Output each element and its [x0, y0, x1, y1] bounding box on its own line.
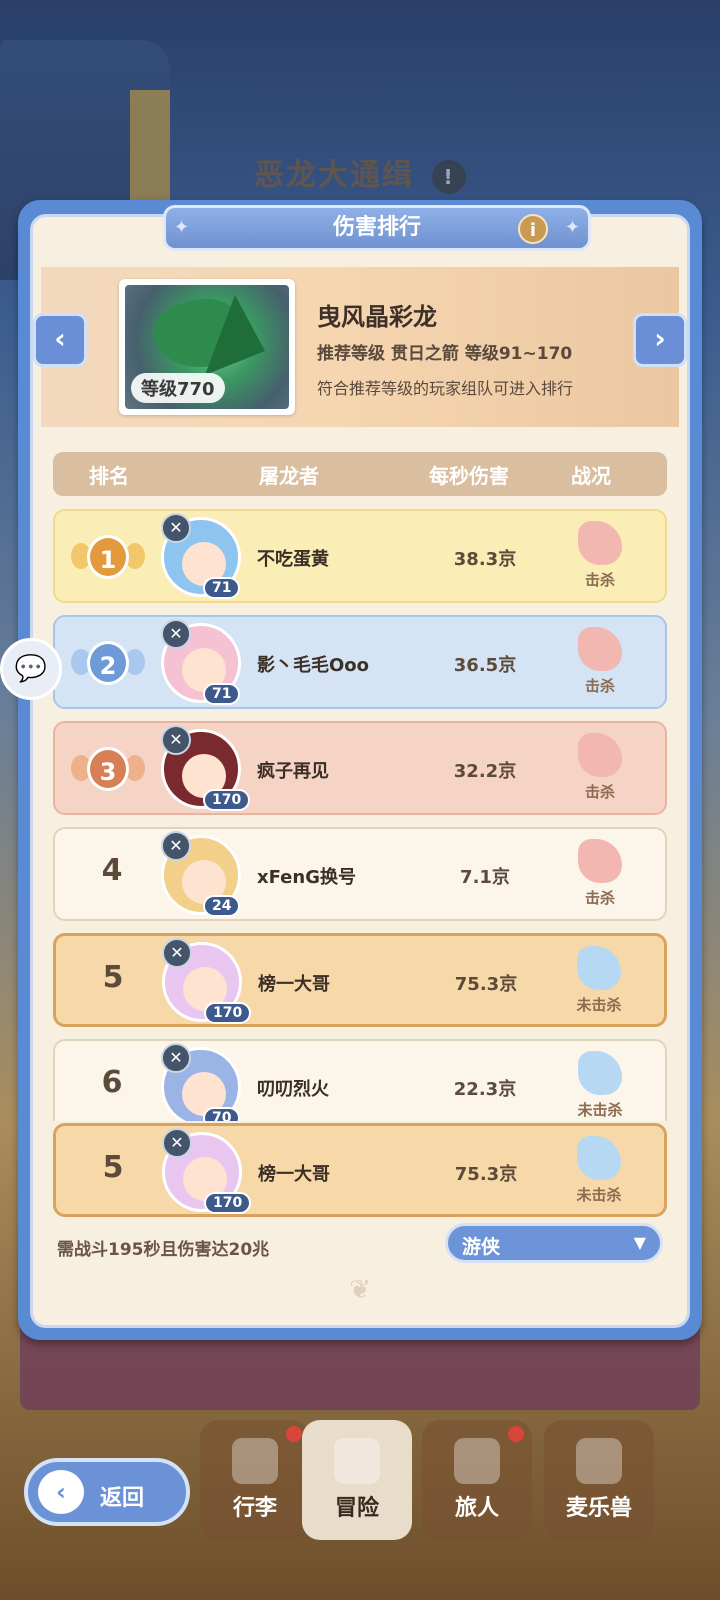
table-header: 排名 屠龙者 每秒伤害 战况: [53, 452, 667, 496]
dragon-alive-icon: [577, 946, 621, 990]
ranking-rule: 符合推荐等级的玩家组队可进入排行: [317, 379, 574, 398]
player-level: 71: [203, 577, 241, 599]
battle-status: 未击杀: [564, 1136, 634, 1205]
nav-traveler[interactable]: 旅人: [422, 1420, 532, 1540]
player-name: 疯子再见: [257, 761, 329, 782]
battle-status: 未击杀: [565, 1051, 635, 1120]
player-name: 不吃蛋黄: [257, 549, 329, 570]
rank-number: 6: [101, 1065, 123, 1100]
class-icon: ✕: [161, 513, 191, 543]
col-status: 战况: [571, 464, 611, 488]
player-level: 170: [204, 1192, 252, 1214]
table-row[interactable]: 4 ✕ 24 xFenG换号 7.1京 击杀: [53, 827, 667, 921]
header-ornament-left-icon: ✦: [174, 217, 190, 238]
boss-level-badge: 等级770: [131, 373, 225, 403]
damage-ranking-panel: ✦ 伤害排行 i ✦ ‹ 等级770 曳风晶彩龙 推荐等级 贯日之箭 等级91~…: [18, 200, 702, 1340]
player-level: 70: [203, 1107, 241, 1121]
cat-icon: [576, 1438, 622, 1484]
dragon-alive-icon: [578, 1051, 622, 1095]
class-icon: ✕: [161, 831, 191, 861]
chevron-down-icon: ▼: [633, 1233, 646, 1252]
battle-status: 击杀: [565, 839, 635, 908]
class-icon: ✕: [162, 938, 192, 968]
boss-banner: ‹ 等级770 曳风晶彩龙 推荐等级 贯日之箭 等级91~170 符合推荐等级的…: [33, 267, 687, 427]
battle-status: 未击杀: [564, 946, 634, 1015]
rank-number: 4: [101, 853, 123, 888]
player-dps: 75.3京: [454, 974, 518, 995]
boss-name: 曳风晶彩龙: [317, 303, 437, 331]
dragon-killed-icon: [578, 839, 622, 883]
player-name: xFenG换号: [257, 867, 356, 888]
col-dps: 每秒伤害: [429, 464, 509, 488]
table-row[interactable]: 2 ✕ 71 影丶毛毛Ooo 36.5京 击杀: [53, 615, 667, 709]
player-name: 榜一大哥: [258, 1164, 330, 1185]
silver-rank-icon: 2: [71, 633, 145, 693]
col-rank: 排名: [89, 464, 129, 488]
table-row[interactable]: 3 ✕ 170 疯子再见 32.2京 击杀: [53, 721, 667, 815]
panel-header: ✦ 伤害排行 i ✦: [163, 205, 591, 251]
character-icon: [454, 1438, 500, 1484]
header-ornament-right-icon: ✦: [564, 217, 580, 238]
nav-adventure[interactable]: 冒险: [302, 1420, 412, 1540]
dragon-killed-icon: [578, 521, 622, 565]
class-icon: ✕: [162, 1128, 192, 1158]
gold-rank-icon: 1: [71, 527, 145, 587]
panel-body: ✦ 伤害排行 i ✦ ‹ 等级770 曳风晶彩龙 推荐等级 贯日之箭 等级91~…: [30, 205, 690, 1328]
prev-boss-button[interactable]: ‹: [33, 313, 87, 367]
rank-number: 5: [102, 960, 124, 995]
class-icon: ✕: [161, 619, 191, 649]
notification-dot: [508, 1426, 524, 1442]
class-icon: ✕: [161, 1043, 191, 1073]
table-row[interactable]: 1 ✕ 71 不吃蛋黄 38.3京 击杀: [53, 509, 667, 603]
battle-status: 击杀: [565, 627, 635, 696]
dragon-killed-icon: [578, 733, 622, 777]
player-name: 榜一大哥: [258, 974, 330, 995]
table-row-self[interactable]: 5 ✕ 170 榜一大哥 75.3京 未击杀: [53, 1123, 667, 1217]
table-row[interactable]: 6 ✕ 70 叨叨烈火 22.3京 未击杀: [53, 1039, 667, 1121]
class-filter-dropdown[interactable]: 游侠 ▼: [445, 1223, 663, 1263]
back-arrow-icon: ‹: [38, 1470, 84, 1514]
col-slayer: 屠龙者: [259, 464, 319, 488]
help-icon[interactable]: !: [432, 159, 466, 194]
nav-luggage[interactable]: 行李: [200, 1420, 310, 1540]
crossed-swords-icon: [334, 1438, 380, 1484]
player-level: 170: [204, 1002, 252, 1024]
requirement-text: 需战斗195秒且伤害达20兆: [57, 1240, 270, 1260]
player-dps: 7.1京: [460, 867, 510, 888]
my-rank-row[interactable]: 5 ✕ 170 榜一大哥 75.3京 未击杀: [53, 1123, 667, 1217]
player-name: 叨叨烈火: [257, 1079, 329, 1100]
dragon-killed-icon: [578, 627, 622, 671]
rank-number: 5: [102, 1150, 124, 1185]
class-icon: ✕: [161, 725, 191, 755]
notification-dot: [286, 1426, 302, 1442]
chest-icon: [232, 1438, 278, 1484]
bronze-rank-icon: 3: [71, 739, 145, 799]
player-name: 影丶毛毛Ooo: [257, 655, 370, 676]
player-dps: 38.3京: [453, 549, 517, 570]
player-dps: 32.2京: [453, 761, 517, 782]
boss-portrait: 等级770: [119, 279, 295, 415]
panel-title: 伤害排行: [332, 215, 421, 240]
dragon-alive-icon: [577, 1136, 621, 1180]
next-boss-button[interactable]: ›: [633, 313, 687, 367]
recommended-level: 推荐等级 贯日之箭 等级91~170: [317, 344, 573, 364]
ornament-icon: ❦: [349, 1275, 371, 1305]
back-label: 返回: [100, 1486, 145, 1511]
ranking-list[interactable]: 1 ✕ 71 不吃蛋黄 38.3京 击杀 2 ✕ 71 影丶毛毛Ooo 36.5…: [53, 509, 667, 1121]
nav-pet[interactable]: 麦乐兽: [544, 1420, 654, 1540]
battle-status: 击杀: [565, 521, 635, 590]
player-level: 170: [203, 789, 251, 811]
back-button[interactable]: ‹ 返回: [24, 1458, 190, 1526]
player-dps: 36.5京: [453, 655, 517, 676]
battle-status: 击杀: [565, 733, 635, 802]
player-level: 24: [203, 895, 241, 917]
chat-bubble-icon[interactable]: 💬: [0, 638, 62, 700]
dropdown-value: 游侠: [462, 1236, 501, 1258]
info-icon[interactable]: i: [518, 214, 548, 244]
table-row-highlighted[interactable]: 5 ✕ 170 榜一大哥 75.3京 未击杀: [53, 933, 667, 1027]
player-dps: 22.3京: [453, 1079, 517, 1100]
event-title: 恶龙大通缉!: [0, 150, 720, 194]
player-level: 71: [203, 683, 241, 705]
player-dps: 75.3京: [454, 1164, 518, 1185]
